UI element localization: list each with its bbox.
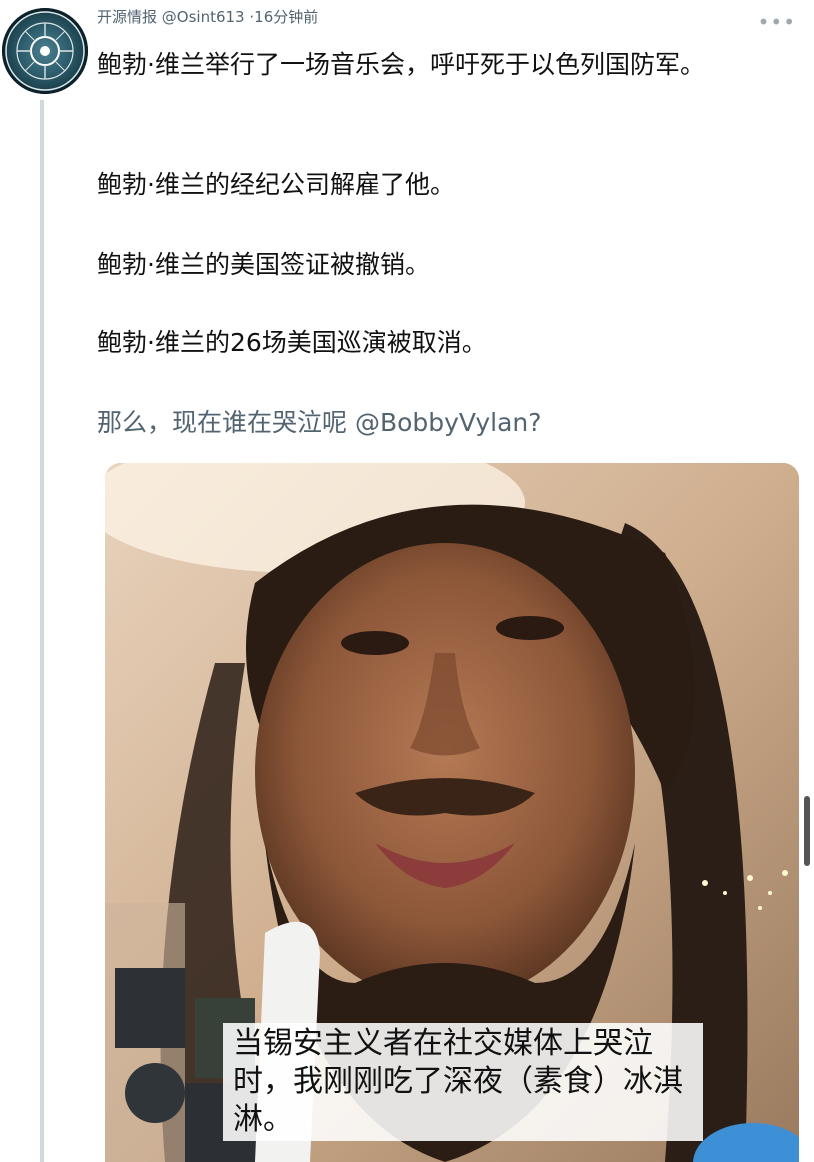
closing-text: 那么，现在谁在哭泣呢 <box>97 408 355 437</box>
tweet-time[interactable]: 16分钟前 <box>254 8 318 26</box>
more-options-icon[interactable]: ••• <box>758 10 796 34</box>
mention-link[interactable]: @BobbyVylan <box>355 408 528 437</box>
author-name[interactable]: 开源情报 <box>97 8 157 26</box>
compass-logo-icon <box>5 11 85 91</box>
author-handle[interactable]: @Osint613 <box>162 8 245 26</box>
author-avatar[interactable] <box>2 8 88 94</box>
thread-line <box>40 100 44 1162</box>
tweet-closing: 那么，现在谁在哭泣呢 @BobbyVylan? <box>97 404 797 441</box>
tweet-header: 开源情报 @Osint613 ·16分钟前 <box>97 6 318 27</box>
scrollbar[interactable] <box>804 796 810 866</box>
tweet-media[interactable]: 当锡安主义者在社交媒体上哭泣时，我刚刚吃了深夜（素食）冰淇淋。 <box>105 463 799 1162</box>
tweet-paragraph: 鲍勃·维兰的26场美国巡演被取消。 <box>97 328 487 357</box>
tweet-paragraph: 鲍勃·维兰的经纪公司解雇了他。 <box>97 170 455 199</box>
tweet-paragraph: 鲍勃·维兰举行了一场音乐会，呼吁死于以色列国防军。 <box>97 50 705 79</box>
video-caption: 当锡安主义者在社交媒体上哭泣时，我刚刚吃了深夜（素食）冰淇淋。 <box>223 1023 703 1141</box>
closing-suffix: ? <box>528 408 542 437</box>
tweet-paragraph: 鲍勃·维兰的美国签证被撤销。 <box>97 250 430 279</box>
